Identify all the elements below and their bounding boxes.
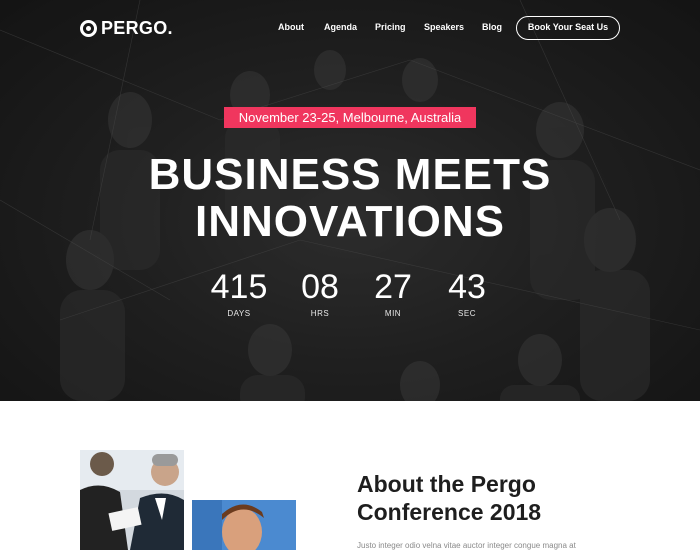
nav-link-about[interactable]: About xyxy=(278,22,304,32)
logo-text: PERGO. xyxy=(101,17,173,38)
countdown-hours: 08 HRS xyxy=(280,268,360,318)
logo-icon xyxy=(80,19,97,37)
countdown-minutes-label: MIN xyxy=(384,309,402,318)
hero-section: PERGO. About Agenda Pricing Speakers Blo… xyxy=(0,0,700,401)
countdown-minutes: 27 MIN xyxy=(353,268,433,318)
nav-link-blog[interactable]: Blog xyxy=(482,22,502,32)
about-title: About the Pergo Conference 2018 xyxy=(357,470,657,526)
countdown-seconds-value: 43 xyxy=(448,268,486,306)
countdown-seconds: 43 SEC xyxy=(427,268,507,318)
about-title-line2: Conference 2018 xyxy=(357,499,542,525)
hero-headline-line2: INNOVATIONS xyxy=(194,197,506,246)
navbar: PERGO. About Agenda Pricing Speakers Blo… xyxy=(0,0,700,56)
countdown-minutes-value: 27 xyxy=(374,268,412,306)
countdown-hours-label: HRS xyxy=(310,309,330,318)
countdown-days: 415 DAYS xyxy=(199,268,279,318)
countdown-hours-value: 08 xyxy=(301,268,339,306)
book-seat-button[interactable]: Book Your Seat Us xyxy=(516,16,620,40)
about-title-line1: About the Pergo xyxy=(357,471,536,497)
nav-link-speakers[interactable]: Speakers xyxy=(424,22,464,32)
countdown-days-value: 415 xyxy=(210,268,268,306)
nav-link-pricing[interactable]: Pricing xyxy=(375,22,406,32)
countdown-seconds-label: SEC xyxy=(458,309,476,318)
about-paragraph: Justo integer odio velna vitae auctor in… xyxy=(357,541,576,550)
date-location-badge: November 23-25, Melbourne, Australia xyxy=(224,107,476,128)
nav-link-agenda[interactable]: Agenda xyxy=(324,22,357,32)
logo[interactable]: PERGO. xyxy=(80,17,173,39)
countdown-days-label: DAYS xyxy=(227,309,251,318)
about-photo-speaker xyxy=(192,500,296,550)
about-photo-business-meeting xyxy=(80,450,184,550)
hero-headline-line1: BUSINESS MEETS xyxy=(148,150,552,199)
